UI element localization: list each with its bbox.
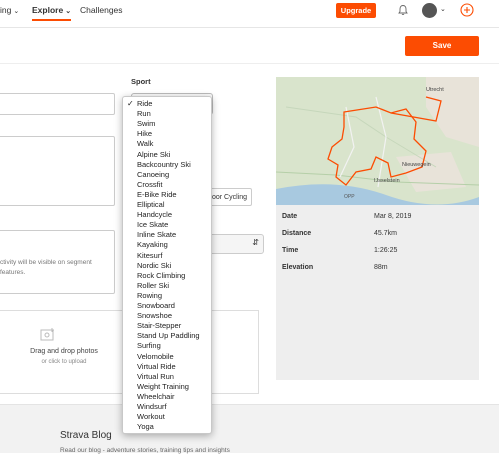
stat-label: Distance (282, 230, 312, 237)
nav-explore-label: Explore (32, 5, 64, 15)
sport-option[interactable]: Hike (137, 129, 152, 139)
sport-option[interactable]: Virtual Run (137, 372, 174, 382)
sport-option[interactable]: Nordic Ski (137, 261, 171, 271)
sport-option[interactable]: Roller Ski (137, 281, 169, 291)
sport-option[interactable]: Canoeing (137, 170, 169, 180)
sport-label: Sport (131, 77, 151, 86)
upgrade-button[interactable]: Upgrade (336, 3, 376, 18)
bell-icon[interactable] (397, 4, 409, 16)
title-input[interactable] (0, 93, 115, 115)
sport-dropdown-menu[interactable]: ✓ Ride Run Swim Hike Walk Alpine Ski Backcount… (122, 96, 212, 434)
stat-value: 1:26:25 (374, 247, 398, 254)
sport-option[interactable]: E-Bike Ride (137, 190, 177, 200)
map-label-nieuwegein: Nieuwegein (402, 162, 431, 168)
nav-training-label: ing (0, 5, 12, 15)
stat-label: Date (282, 213, 298, 220)
nav-training[interactable]: ing ⌄ (0, 5, 19, 15)
sport-option[interactable]: Weight Training (137, 382, 189, 392)
sport-option[interactable]: Kitesurf (137, 251, 162, 261)
sport-option[interactable]: Snowshoe (137, 311, 172, 321)
route-map[interactable]: Utrecht Nieuwegein IJsselstein OPP (276, 77, 479, 205)
sport-option[interactable]: Workout (137, 412, 165, 422)
sport-option[interactable]: Handcycle (137, 210, 172, 220)
sport-option[interactable]: Ride (137, 99, 152, 109)
nav-explore[interactable]: Explore ⌄ (32, 5, 72, 21)
sport-option[interactable]: Surfing (137, 341, 161, 351)
footer (0, 404, 499, 453)
blog-title[interactable]: Strava Blog (60, 430, 112, 441)
map-label-ijsselstein: IJsselstein (374, 178, 400, 184)
sport-option[interactable]: Ice Skate (137, 220, 168, 230)
sport-option[interactable]: Kayaking (137, 240, 168, 250)
sport-option[interactable]: Elliptical (137, 200, 165, 210)
sport-option[interactable]: Inline Skate (137, 230, 176, 240)
privacy-line-1: ctivity will be visible on segment (0, 259, 92, 266)
chevron-down-icon: ⌄ (65, 8, 72, 15)
sport-option[interactable]: Rock Climbing (137, 271, 185, 281)
sport-option[interactable]: Backcountry Ski (137, 160, 191, 170)
sport-option[interactable]: Velomobile (137, 352, 174, 362)
add-photo-icon (40, 328, 54, 341)
save-button[interactable]: Save (405, 36, 479, 56)
avatar[interactable] (422, 3, 437, 18)
stat-value: 45.7km (374, 230, 397, 237)
select-arrows-icon: ⇵ (252, 238, 259, 247)
stat-value: Mar 8, 2019 (374, 213, 412, 220)
blog-subtitle: Read our blog - adventure stories, train… (60, 447, 230, 454)
sport-option[interactable]: Wheelchair (137, 392, 175, 402)
top-nav: ing ⌄ Explore ⌄ Challenges Upgrade ⌄ (0, 0, 499, 28)
sport-option[interactable]: Swim (137, 119, 155, 129)
nav-challenges[interactable]: Challenges (80, 5, 123, 15)
chevron-down-icon: ⌄ (13, 8, 20, 15)
privacy-line-2: features. (0, 269, 26, 276)
chevron-down-icon[interactable]: ⌄ (440, 5, 446, 13)
add-icon[interactable] (460, 3, 474, 17)
sport-option[interactable]: Walk (137, 139, 153, 149)
stat-value: 88m (374, 264, 388, 271)
sport-option[interactable]: Rowing (137, 291, 162, 301)
divider (0, 63, 499, 64)
sport-option[interactable]: Yoga (137, 422, 154, 432)
sport-option[interactable]: Stair-Stepper (137, 321, 181, 331)
description-textarea[interactable] (0, 136, 115, 206)
upload-title: Drag and drop photos (30, 348, 98, 355)
sport-option[interactable]: Crossfit (137, 180, 162, 190)
stat-label: Elevation (282, 264, 314, 271)
sport-option[interactable]: Alpine Ski (137, 150, 170, 160)
map-canvas: Utrecht Nieuwegein IJsselstein OPP (276, 77, 479, 205)
sport-option[interactable]: Stand Up Paddling (137, 331, 200, 341)
sport-option[interactable]: Windsurf (137, 402, 167, 412)
privacy-text: ctivity will be visible on segment featu… (0, 258, 125, 278)
stat-label: Time (282, 247, 299, 254)
sport-option[interactable]: Run (137, 109, 151, 119)
sport-option[interactable]: Snowboard (137, 301, 175, 311)
map-label-utrecht: Utrecht (426, 87, 444, 93)
map-label-opp: OPP (344, 194, 355, 200)
upload-subtitle: or click to upload (41, 359, 87, 365)
sport-option[interactable]: Virtual Ride (137, 362, 176, 372)
checkmark-icon: ✓ (127, 99, 134, 108)
